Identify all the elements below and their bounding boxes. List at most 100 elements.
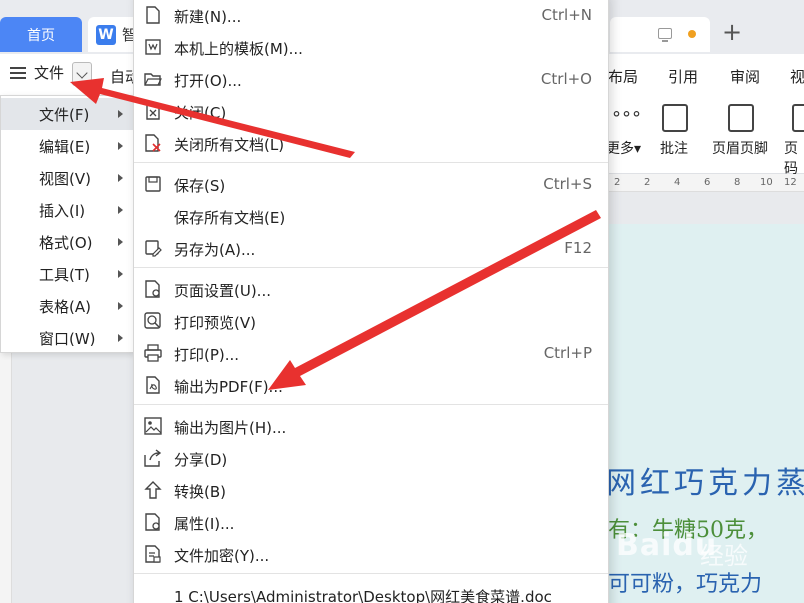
menu-item-label: 打印预览(V) [174,314,256,332]
horizontal-ruler[interactable]: 2 2 4 6 8 10 12 [600,174,804,192]
new-tab-plus-icon[interactable]: + [722,20,742,44]
file-menu-button[interactable]: 文件 [10,62,64,83]
submenu-item-edit[interactable]: 编辑(E) [1,130,133,162]
menu-item-recent-file[interactable]: 1 C:\Users\Administrator\Desktop\网红美食菜谱.… [134,579,608,603]
menu-item-shortcut: Ctrl+S [543,175,592,193]
ruler-tick: 10 [760,177,773,188]
more-button[interactable]: 更多▾ [606,138,641,158]
menu-item-export-image[interactable]: 输出为图片(H)... [134,410,608,442]
menu-item-label: 另存为(A)... [174,241,256,259]
menu-separator [134,267,608,268]
menu-separator [134,404,608,405]
file-menu-label: 文件 [34,64,65,82]
tab-references[interactable]: 引用 [668,66,698,87]
ruler-tick: 6 [704,177,711,188]
menu-item-shortcut: F12 [564,239,592,257]
vertical-ruler[interactable] [0,352,12,603]
submenu-item-label: 插入(I) [39,201,86,220]
menu-item-close-all[interactable]: 关闭所有文档(L) [134,127,608,159]
submenu-item-label: 格式(O) [39,233,93,252]
ruler-tick: 12 [784,177,797,188]
submenu-item-label: 文件(F) [39,105,90,124]
submenu-item-tools[interactable]: 工具(T) [1,258,133,290]
submenu-arrow-icon [118,238,123,246]
submenu-item-label: 工具(T) [39,265,90,284]
submenu-item-label: 视图(V) [39,169,91,188]
more-dots-icon[interactable]: °°° [612,108,642,129]
submenu-item-label: 表格(A) [39,297,91,316]
comment-button-label[interactable]: 批注 [660,138,688,158]
menu-separator [134,573,608,574]
menu-item-save[interactable]: 保存(S) Ctrl+S [134,168,608,200]
submenu-item-window[interactable]: 窗口(W) [1,322,133,354]
menu-item-close[interactable]: 关闭(C) [134,95,608,127]
submenu-item-label: 编辑(E) [39,137,91,156]
menu-item-save-as[interactable]: 另存为(A)... F12 [134,232,608,264]
menu-item-open[interactable]: 打开(O)... Ctrl+O [134,63,608,95]
template-icon [145,39,161,55]
menu-item-share[interactable]: 分享(D) [134,442,608,474]
menu-item-label: 输出为图片(H)... [174,419,287,437]
export-image-icon [144,417,162,435]
menu-item-label: 新建(N)... [174,8,242,26]
file-menu-panel: 新建(N)... Ctrl+N 本机上的模板(M)... 打开(O)... Ct… [133,0,609,603]
menu-item-label: 页面设置(U)... [174,282,271,300]
menu-item-save-all[interactable]: 保存所有文档(E) [134,200,608,232]
menu-item-label: 文件加密(Y)... [174,547,270,565]
ruler-tick: 2 [644,177,651,188]
menu-item-print[interactable]: 打印(P)... Ctrl+P [134,337,608,369]
submenu-item-file[interactable]: 文件(F) [1,98,133,130]
menu-item-label: 关闭所有文档(L) [174,136,285,154]
page-setup-icon [145,280,160,298]
more-label: 更多 [606,141,634,157]
tab-review[interactable]: 审阅 [730,66,760,87]
unsaved-dot-icon [688,30,696,38]
page-number-button-label[interactable]: 页码 [784,138,804,178]
tab-layout[interactable]: 布局 [608,66,638,87]
chevron-down-icon[interactable] [72,62,92,86]
menu-item-shortcut: Ctrl+N [541,6,592,24]
header-footer-button-label[interactable]: 页眉页脚 [712,138,768,158]
menu-item-label: 转换(B) [174,483,226,501]
submenu-arrow-icon [118,270,123,278]
convert-icon [144,481,162,499]
submenu-item-label: 窗口(W) [39,329,96,348]
hamburger-icon [10,66,26,79]
comment-icon[interactable] [662,104,688,132]
menu-item-shortcut: Ctrl+P [543,344,592,362]
ruler-tick: 2 [614,177,621,188]
submenu-item-format[interactable]: 格式(O) [1,226,133,258]
close-all-icon [145,134,161,152]
menu-item-shortcut: Ctrl+O [540,70,592,88]
page-number-icon[interactable] [792,104,804,132]
menu-item-label: 本机上的模板(M)... [174,40,303,58]
tab-view[interactable]: 视 [790,66,804,87]
submenu-item-table[interactable]: 表格(A) [1,290,133,322]
menu-item-label: 打开(O)... [174,72,242,90]
submenu-arrow-icon [118,110,123,118]
menu-item-export-pdf[interactable]: 输出为PDF(F)... [134,369,608,401]
menu-item-properties[interactable]: 属性(I)... [134,506,608,538]
menu-item-print-preview[interactable]: 打印预览(V) [134,305,608,337]
menu-separator [134,162,608,163]
app-menu-dropdown: 文件(F) 编辑(E) 视图(V) 插入(I) 格式(O) 工具(T) 表格(A… [0,95,134,353]
menu-item-local-templates[interactable]: 本机上的模板(M)... [134,31,608,63]
header-footer-icon[interactable] [728,104,754,132]
menu-item-new[interactable]: 新建(N)... Ctrl+N [134,0,608,31]
submenu-item-insert[interactable]: 插入(I) [1,194,133,226]
menu-item-label: 属性(I)... [174,515,235,533]
menu-item-encrypt[interactable]: 文件加密(Y)... [134,538,608,570]
submenu-item-view[interactable]: 视图(V) [1,162,133,194]
save-icon [145,176,161,192]
monitor-icon[interactable] [658,28,672,42]
folder-open-icon [144,73,162,86]
tab-home[interactable]: 首页 [0,17,82,52]
ruler-tick: 8 [734,177,741,188]
menu-item-page-setup[interactable]: 页面设置(U)... [134,273,608,305]
share-icon [144,449,162,467]
baidu-watermark-text: 经验 [700,542,748,570]
recent-file-path: 1 C:\Users\Administrator\Desktop\网红美食菜谱.… [174,588,552,603]
document-title-text[interactable]: 网红巧克力蒸 [606,458,804,502]
submenu-arrow-icon [118,334,123,342]
menu-item-convert[interactable]: 转换(B) [134,474,608,506]
